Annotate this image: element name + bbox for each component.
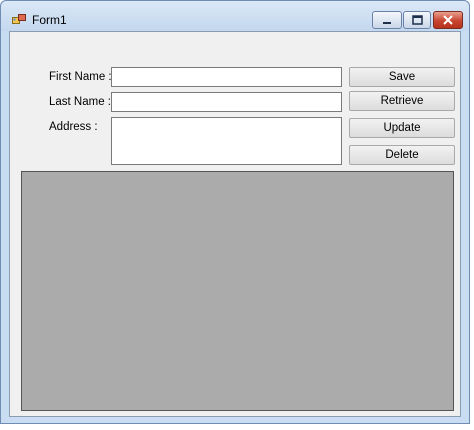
first-name-input[interactable] bbox=[111, 67, 342, 87]
minimize-button[interactable] bbox=[372, 11, 402, 29]
delete-button[interactable]: Delete bbox=[349, 145, 455, 165]
windows-form-app-icon bbox=[12, 13, 28, 25]
form-client-area: First Name : Last Name : Address : Save … bbox=[9, 31, 461, 417]
minimize-icon bbox=[383, 22, 391, 24]
retrieve-button[interactable]: Retrieve bbox=[349, 91, 455, 111]
last-name-label: Last Name : bbox=[49, 96, 111, 108]
background-strip bbox=[0, 424, 474, 430]
maximize-icon bbox=[412, 15, 423, 25]
data-grid-view[interactable] bbox=[21, 171, 454, 411]
update-button[interactable]: Update bbox=[349, 118, 455, 138]
address-label: Address : bbox=[49, 121, 98, 133]
window-title: Form1 bbox=[32, 13, 67, 27]
title-bar[interactable]: Form1 bbox=[1, 1, 469, 31]
last-name-input[interactable] bbox=[111, 92, 342, 112]
address-textarea[interactable] bbox=[111, 117, 342, 165]
maximize-button[interactable] bbox=[403, 11, 431, 29]
save-button[interactable]: Save bbox=[349, 67, 455, 87]
close-icon bbox=[443, 15, 453, 25]
first-name-label: First Name : bbox=[49, 71, 112, 83]
form1-window: Form1 First Name : Last Name : Address :… bbox=[0, 0, 470, 424]
close-button[interactable] bbox=[433, 11, 463, 29]
